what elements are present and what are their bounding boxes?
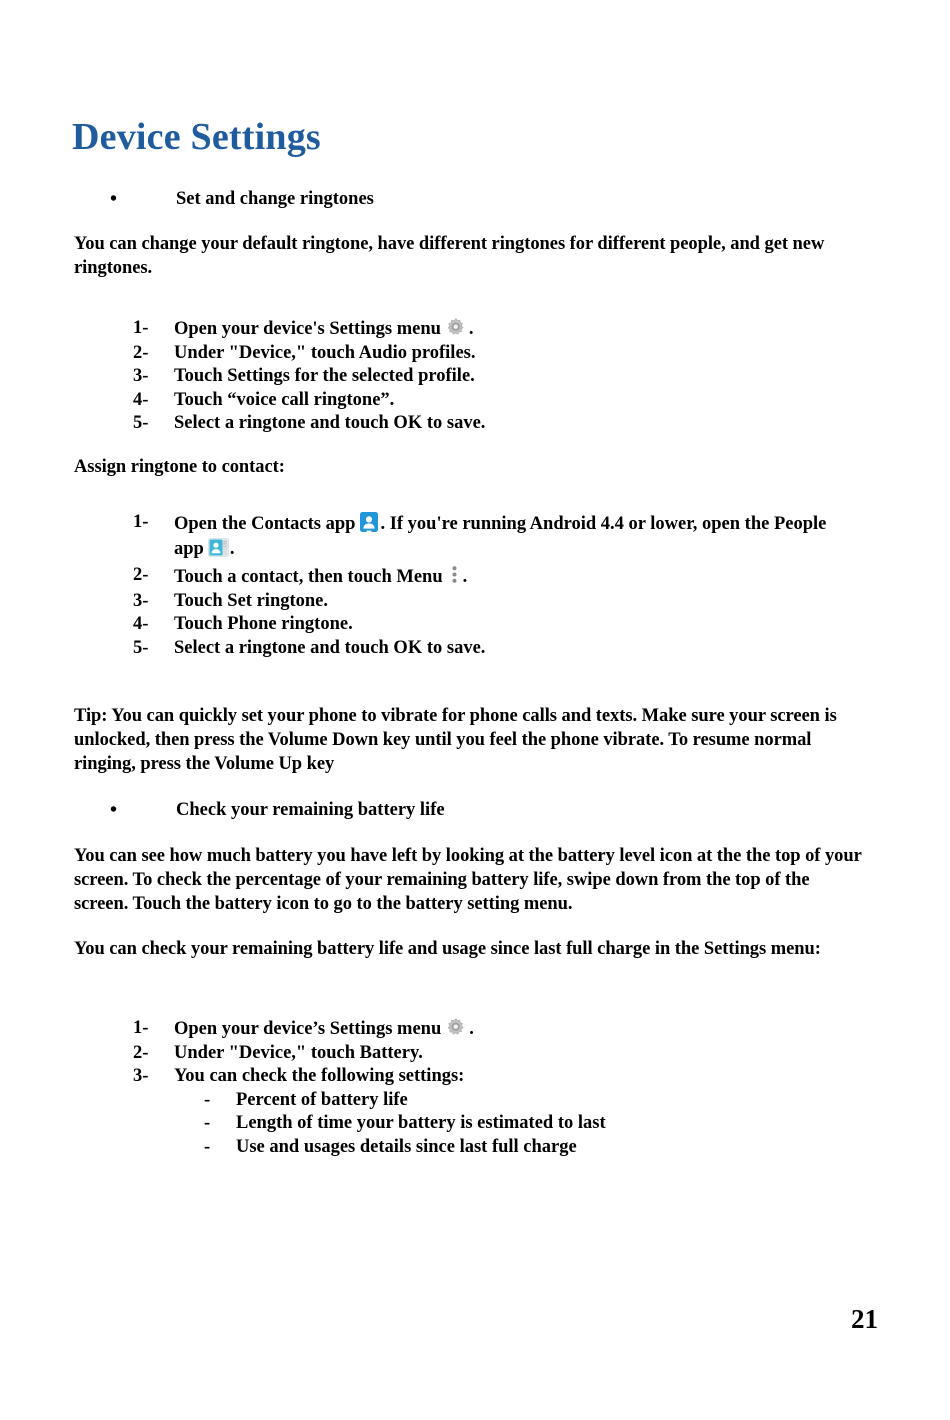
bullet-dot-icon: •: [110, 188, 118, 210]
assign-ringtone-steps-list: 1- Open the Contacts app. If you're runn…: [133, 511, 853, 660]
list-item: 3- Touch Set ringtone.: [133, 590, 853, 614]
list-number: 2-: [133, 565, 149, 585]
list-text: Length of time your battery is estimated…: [236, 1113, 606, 1133]
contacts-app-icon: [359, 511, 379, 533]
list-number: 4-: [133, 389, 149, 410]
bullet-dot-icon: •: [110, 799, 118, 821]
list-text: Open your device’s Settings menu.: [174, 1017, 833, 1042]
list-number: 3-: [133, 1066, 149, 1086]
page-number: 21: [851, 1304, 878, 1334]
list-text: Select a ringtone and touch OK to save.: [174, 413, 486, 433]
tip-paragraph: Tip: You can quickly set your phone to v…: [74, 706, 837, 774]
battery-steps-list: 1- Open your device’s Settings menu. 2- …: [133, 1017, 833, 1159]
list-number: 5-: [133, 637, 149, 658]
list-text: You can check the following settings:: [174, 1066, 465, 1086]
gear-icon: [445, 1017, 467, 1039]
list-text-part1: Open your device’s Settings menu: [174, 1019, 442, 1039]
list-item: 1- Open the Contacts app. If you're runn…: [133, 511, 853, 561]
list-number: 2-: [133, 342, 149, 363]
list-text: Touch Phone ringtone.: [174, 614, 353, 634]
list-item: 2- Under "Device," touch Audio profiles.: [133, 342, 833, 366]
bullet-label: Check your remaining battery life: [176, 800, 445, 820]
battery-paragraph-2: You can check your remaining battery lif…: [74, 939, 821, 959]
list-number: 1-: [133, 1018, 149, 1038]
list-item: 1- Open your device's Settings menu.: [133, 317, 833, 342]
list-text-part1: Touch a contact, then touch Menu: [174, 567, 443, 587]
list-dash: -: [204, 1089, 211, 1110]
list-number: 2-: [133, 1042, 149, 1063]
assign-ringtone-heading: Assign ringtone to contact:: [74, 457, 285, 477]
list-text: Touch Set ringtone.: [174, 590, 329, 611]
battery-paragraph-1: You can see how much battery you have le…: [74, 846, 862, 914]
list-text: Use and usages details since last full c…: [236, 1136, 577, 1157]
list-text-before: Open your device's Settings menu: [174, 319, 441, 339]
list-dash: -: [204, 1136, 211, 1157]
bullet-check-battery-life: • Check your remaining battery life: [110, 799, 810, 822]
list-number: 4-: [133, 614, 149, 634]
list-text-part2: .: [462, 567, 468, 587]
list-item: - Use and usages details since last full…: [164, 1136, 833, 1160]
document-page: Device Settings • Set and change rington…: [0, 0, 950, 1420]
list-text: Under "Device," touch Battery.: [174, 1042, 423, 1063]
list-item: - Length of time your battery is estimat…: [164, 1112, 833, 1136]
list-text-part1: Open the Contacts app: [174, 514, 356, 534]
list-item: 2- Touch a contact, then touch Menu.: [133, 564, 853, 590]
list-text: Open your device's Settings menu.: [174, 317, 833, 342]
list-item: 3- Touch Settings for the selected profi…: [133, 365, 833, 389]
bullet-label: Set and change ringtones: [176, 189, 374, 209]
kebab-menu-icon: [448, 564, 461, 586]
list-item: 5- Select a ringtone and touch OK to sav…: [133, 637, 853, 661]
list-text: Touch Settings for the selected profile.: [174, 366, 475, 386]
list-text: Under "Device," touch Audio profiles.: [174, 342, 476, 363]
list-item: - Percent of battery life: [164, 1089, 833, 1113]
gear-icon: [445, 317, 467, 339]
list-item: 3- You can check the following settings:: [133, 1065, 833, 1089]
list-text: Select a ringtone and touch OK to save.: [174, 637, 486, 658]
ringtones-intro-paragraph: You can change your default ringtone, ha…: [74, 234, 825, 278]
list-number: 5-: [133, 413, 149, 433]
page-title: Device Settings: [72, 116, 321, 158]
list-text: Touch “voice call ringtone”.: [174, 389, 395, 410]
bullet-set-and-change-ringtones: • Set and change ringtones: [110, 188, 810, 211]
ringtone-steps-list: 1- Open your device's Settings menu. 2- …: [133, 317, 833, 436]
list-dash: -: [204, 1113, 211, 1133]
list-text: Percent of battery life: [236, 1089, 408, 1110]
list-number: 1-: [133, 318, 149, 338]
list-item: 5- Select a ringtone and touch OK to sav…: [133, 412, 833, 436]
battery-settings-sublist: - Percent of battery life - Length of ti…: [164, 1089, 833, 1160]
list-item: 1- Open your device’s Settings menu.: [133, 1017, 833, 1042]
list-text-part2: .: [469, 1019, 474, 1039]
list-number: 3-: [133, 590, 149, 611]
list-text-after: .: [468, 319, 474, 339]
list-item: 2- Under "Device," touch Battery.: [133, 1042, 833, 1066]
list-item: 4- Touch Phone ringtone.: [133, 613, 853, 637]
list-text: Open the Contacts app. If you're running…: [174, 511, 853, 561]
list-number: 1-: [133, 512, 149, 532]
list-number: 3-: [133, 366, 149, 386]
list-item: 4- Touch “voice call ringtone”.: [133, 389, 833, 413]
list-text: Touch a contact, then touch Menu.: [174, 564, 853, 590]
people-app-icon: [208, 537, 229, 558]
list-text-part3: .: [229, 538, 235, 559]
